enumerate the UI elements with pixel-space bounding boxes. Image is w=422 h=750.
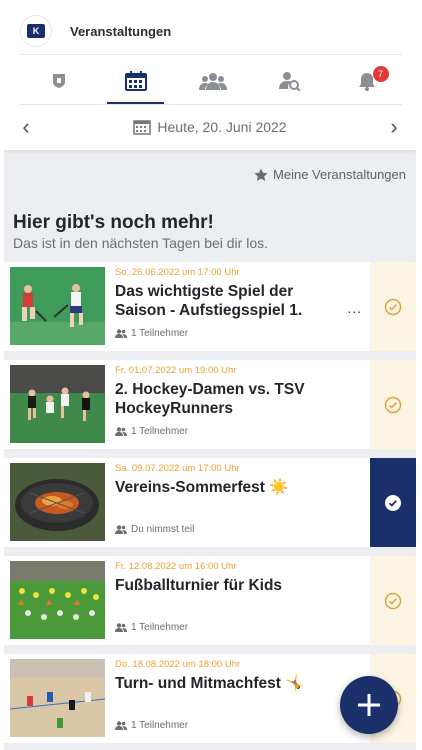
previous-day-button[interactable]: ‹ (14, 116, 38, 138)
interest-toggle[interactable] (370, 262, 416, 351)
current-date-label: Heute, 20. Juni 2022 (157, 119, 287, 135)
tab-calendar[interactable] (97, 58, 174, 104)
date-navigator: ‹ Heute, 20. Juni 2022 › (14, 108, 406, 146)
tab-group[interactable] (174, 58, 251, 104)
event-image (10, 463, 105, 541)
notification-badge: 7 (372, 66, 389, 82)
event-image (10, 365, 105, 443)
club-icon (52, 74, 65, 88)
interest-toggle[interactable] (370, 360, 416, 449)
event-date: Fr. 12.08.2022 um 16:00 Uhr (115, 561, 237, 572)
event-card[interactable]: So. 26.06.2022 um 17:00 Uhr Das wichtigs… (4, 262, 416, 351)
participants-icon (115, 525, 127, 534)
divider (20, 54, 402, 55)
section-subheading: Das ist in den nächsten Tagen bei dir lo… (13, 235, 269, 251)
add-event-button[interactable] (340, 676, 398, 734)
event-date: So. 26.06.2022 um 17:00 Uhr (115, 267, 240, 278)
event-title: Turn- und Mitmachfest 🤸 (115, 675, 305, 692)
page-title: Veranstaltungen (70, 23, 172, 39)
tab-notifications[interactable]: 7 (328, 58, 405, 104)
interest-toggle[interactable] (370, 556, 416, 645)
plus-icon (358, 694, 380, 716)
event-title: 2. Hockey-Damen vs. TSV HockeyRunners (115, 381, 305, 417)
section-heading: Hier gibt's noch mehr! (13, 212, 214, 233)
club-logo[interactable]: K (20, 15, 52, 47)
event-participants: 1 Teilnehmer (115, 622, 188, 633)
my-events-label: Meine Veranstaltungen (273, 167, 406, 182)
event-card[interactable]: Fr. 12.08.2022 um 16:00 Uhr Fußballturni… (4, 556, 416, 645)
star-icon (254, 168, 268, 181)
event-date: Do. 18.08.2022 um 18:00 Uhr (115, 659, 241, 670)
check-circle-icon (384, 592, 402, 609)
user-search-icon (278, 72, 301, 91)
calendar-icon (133, 120, 152, 135)
tab-underline-divider (20, 104, 402, 105)
event-image (10, 659, 105, 737)
event-card[interactable]: Sa. 09.07.2022 um 17:00 Uhr Vereins-Somm… (4, 458, 416, 547)
tab-club[interactable] (20, 58, 97, 104)
check-circle-icon (384, 298, 402, 315)
logo-letter: K (27, 24, 45, 38)
events-content: Meine Veranstaltungen Hier gibt's noch m… (4, 150, 416, 750)
event-participants: 1 Teilnehmer (115, 426, 188, 437)
event-participation-status: Du nimmst teil (115, 524, 194, 535)
event-title: Vereins-Sommerfest ☀️ (115, 479, 289, 496)
check-circle-icon (385, 494, 401, 511)
event-image (10, 561, 105, 639)
participants-icon (115, 427, 127, 436)
participants-icon (115, 623, 127, 632)
group-icon (198, 73, 227, 90)
participation-toggle[interactable] (370, 458, 416, 547)
top-bar: K Veranstaltungen (20, 14, 171, 48)
event-participants: 1 Teilnehmer (115, 328, 188, 339)
event-date: Sa. 09.07.2022 um 17:00 Uhr (115, 463, 240, 474)
event-date: Fr. 01.07.2022 um 19:00 Uhr (115, 365, 237, 376)
next-day-button[interactable]: › (382, 116, 406, 138)
participants-icon (115, 721, 127, 730)
tab-bar: 7 (20, 58, 405, 104)
more-indicator: ... (347, 300, 362, 316)
calendar-icon (124, 71, 147, 91)
check-circle-icon (384, 396, 402, 413)
event-title: Das wichtigste Spiel der Saison - Aufstie… (115, 283, 303, 319)
event-participants: 1 Teilnehmer (115, 720, 188, 731)
my-events-filter[interactable]: Meine Veranstaltungen (254, 167, 406, 182)
event-card[interactable]: Fr. 01.07.2022 um 19:00 Uhr 2. Hockey-Da… (4, 360, 416, 449)
tab-user-search[interactable] (251, 58, 328, 104)
event-title: Fußballturnier für Kids (115, 577, 283, 594)
date-picker[interactable]: Heute, 20. Juni 2022 (133, 119, 287, 135)
participants-icon (115, 329, 127, 338)
event-image (10, 267, 105, 345)
